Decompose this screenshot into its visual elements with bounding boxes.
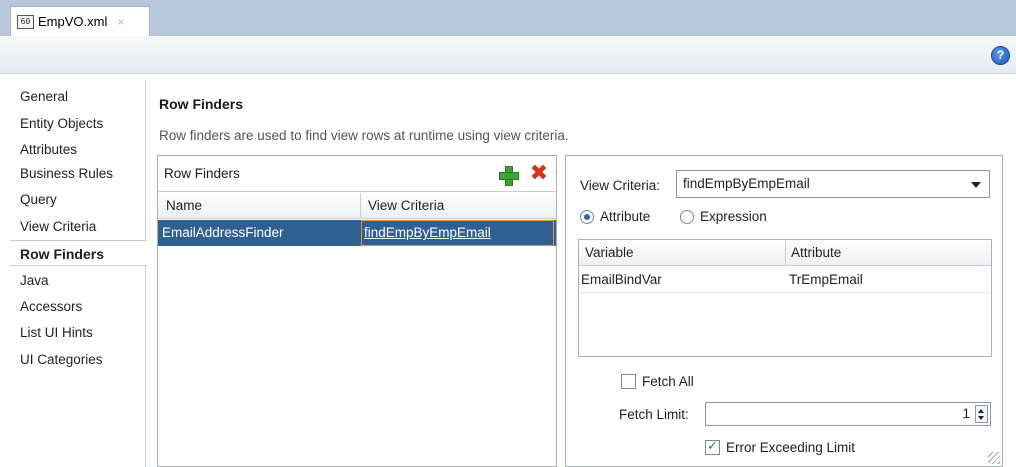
fetch-limit-spinner[interactable]: 1 <box>705 402 991 426</box>
row-finders-panel: Row Finders ✖ Name View Criteria EmailAd… <box>157 155 557 467</box>
row-finders-table-header: Name View Criteria <box>158 193 556 219</box>
sidebar-item-business-rules[interactable]: Business Rules <box>10 161 146 187</box>
finder-view-criteria-link[interactable]: findEmpByEmpEmail <box>361 220 554 246</box>
spinner-up-icon[interactable] <box>978 409 984 413</box>
page-title: Row Finders <box>159 96 244 112</box>
sidebar-item-query[interactable]: Query <box>10 187 146 213</box>
column-header-view-criteria[interactable]: View Criteria <box>368 198 444 213</box>
delete-icon[interactable]: ✖ <box>528 162 550 184</box>
sidebar-item-view-criteria[interactable]: View Criteria <box>10 214 146 240</box>
sidebar-item-row-finders[interactable]: Row Finders <box>10 240 147 266</box>
table-row[interactable]: EmailBindVar TrEmpEmail <box>579 267 991 293</box>
error-exceeding-limit-label: Error Exceeding Limit <box>726 440 856 455</box>
fetch-limit-value: 1 <box>962 406 970 421</box>
error-exceeding-limit-checkbox[interactable]: Error Exceeding Limit <box>705 438 856 455</box>
bind-variables-table: Variable Attribute EmailBindVar TrEmpEma… <box>578 239 992 357</box>
sidebar-item-attributes[interactable]: Attributes <box>10 137 146 163</box>
view-criteria-label: View Criteria: <box>580 178 661 193</box>
sidebar-item-java[interactable]: Java <box>10 268 146 294</box>
row-finder-details-panel: View Criteria: findEmpByEmpEmail Attribu… <box>565 155 1003 467</box>
close-tab-icon[interactable]: × <box>117 15 124 29</box>
fetch-all-checkbox[interactable]: Fetch All <box>621 374 694 389</box>
table-row[interactable]: EmailAddressFinder findEmpByEmpEmail <box>158 220 556 246</box>
radio-expression-label: Expression <box>700 209 767 224</box>
column-header-attribute[interactable]: Attribute <box>791 245 841 260</box>
radio-attribute[interactable]: Attribute <box>580 209 650 224</box>
radio-attribute-label: Attribute <box>600 209 651 224</box>
add-icon[interactable] <box>498 165 519 186</box>
radio-expression[interactable]: Expression <box>680 209 767 224</box>
help-icon[interactable]: ? <box>991 46 1010 65</box>
row-finders-panel-title: Row Finders <box>164 166 240 181</box>
editor-tab-bar: 60 EmpVO.xml × <box>0 0 1016 36</box>
fetch-limit-label: Fetch Limit: <box>619 407 689 422</box>
column-header-name[interactable]: Name <box>166 198 202 213</box>
radio-selected-icon <box>580 209 594 224</box>
sidebar-item-ui-categories[interactable]: UI Categories <box>10 347 146 373</box>
row-finders-panel-header: Row Finders ✖ <box>158 156 556 192</box>
bind-variable-cell[interactable]: EmailBindVar <box>581 272 662 287</box>
tab-label: EmpVO.xml <box>38 14 108 29</box>
sidebar-item-entity-objects[interactable]: Entity Objects <box>10 111 146 137</box>
column-divider <box>360 193 361 219</box>
tab-empvo-xml[interactable]: 60 EmpVO.xml × <box>10 6 150 36</box>
view-criteria-dropdown[interactable]: findEmpByEmpEmail <box>676 170 990 198</box>
checkbox-unchecked-icon <box>621 374 636 389</box>
overview-navigation: General Entity Objects Attributes Busine… <box>10 80 147 467</box>
spinner-arrows-icon[interactable] <box>975 405 988 423</box>
column-header-variable[interactable]: Variable <box>585 245 634 260</box>
bind-variables-table-header: Variable Attribute <box>579 240 991 266</box>
sidebar-item-general[interactable]: General <box>10 84 146 110</box>
page-description: Row finders are used to find view rows a… <box>159 128 569 143</box>
editor-toolbar: ? <box>0 36 1016 74</box>
spinner-down-icon[interactable] <box>978 416 984 420</box>
view-criteria-selected-value: findEmpByEmpEmail <box>683 176 810 191</box>
fetch-all-label: Fetch All <box>642 374 694 389</box>
checkbox-checked-icon <box>705 438 720 455</box>
xml-file-icon: 60 <box>17 14 34 29</box>
finder-name-cell[interactable]: EmailAddressFinder <box>162 225 284 240</box>
radio-unselected-icon <box>680 209 694 224</box>
sidebar-item-accessors[interactable]: Accessors <box>10 294 146 320</box>
chevron-down-icon <box>971 182 981 188</box>
column-divider <box>785 240 786 266</box>
resize-grip-icon[interactable] <box>988 452 1000 464</box>
bind-attribute-cell[interactable]: TrEmpEmail <box>789 272 863 287</box>
sidebar-item-list-ui-hints[interactable]: List UI Hints <box>10 320 146 346</box>
